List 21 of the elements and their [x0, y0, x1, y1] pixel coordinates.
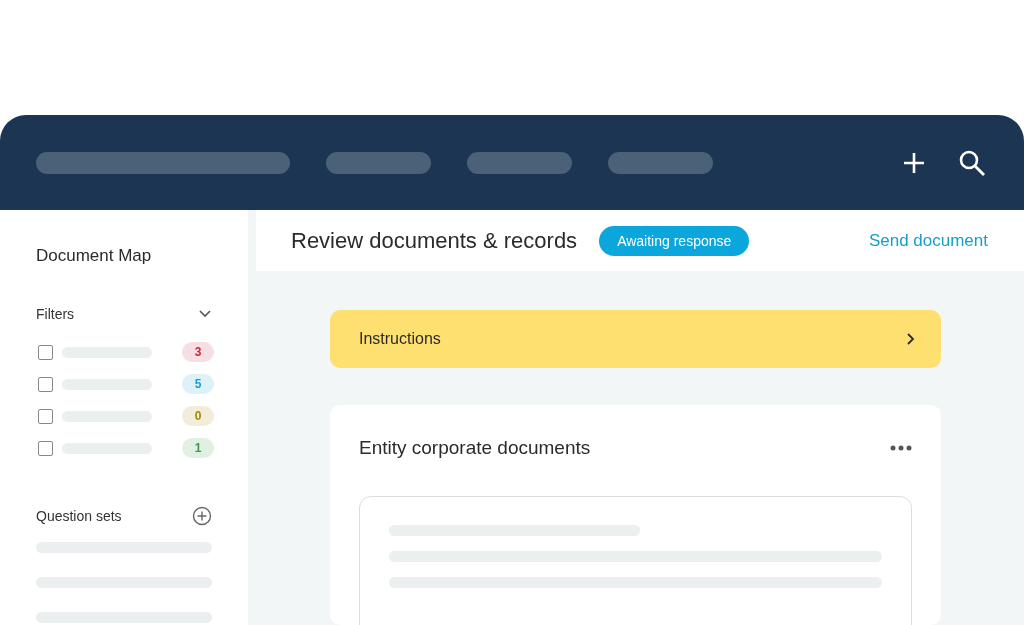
chevron-right-icon: [905, 332, 915, 346]
filter-checkbox[interactable]: [38, 344, 53, 360]
add-button[interactable]: [902, 150, 926, 175]
filter-checkbox[interactable]: [38, 440, 53, 456]
filters-label: Filters: [36, 306, 75, 322]
add-circle-icon[interactable]: [192, 506, 212, 526]
count: 0: [194, 409, 202, 423]
question-sets-label: Question sets: [36, 508, 122, 524]
page-title: Review documents & records: [291, 227, 578, 254]
filter-checkbox[interactable]: [38, 376, 53, 392]
count: 3: [194, 345, 202, 359]
more-icon[interactable]: [890, 445, 912, 451]
chevron-icon[interactable]: [198, 309, 212, 319]
filter-checkbox[interactable]: [38, 408, 53, 424]
status-badge: Awaiting response: [599, 225, 750, 256]
sidebar-title: Document Map: [36, 246, 153, 266]
count: 1: [194, 441, 202, 455]
count: 5: [194, 377, 202, 391]
search-button[interactable]: [958, 148, 986, 177]
instructions-bar[interactable]: Instructions: [330, 310, 941, 368]
card-title: Entity corporate documents: [359, 437, 591, 459]
